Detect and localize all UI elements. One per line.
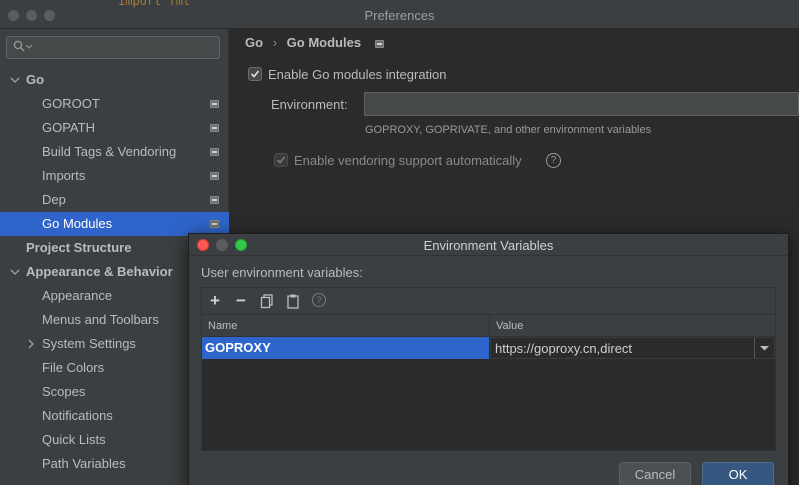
environment-field[interactable] [364, 92, 799, 116]
search-history-chevron-icon [26, 45, 32, 49]
project-level-icon [210, 124, 219, 132]
help-icon[interactable]: ? [546, 153, 561, 168]
env-vars-table: + − ? Name Value GOPROXY https://goproxy… [201, 287, 776, 451]
vendoring-support-checkbox[interactable] [274, 153, 288, 167]
dialog-title: Environment Variables [423, 238, 554, 253]
sidebar-item-label: Menus and Toolbars [42, 312, 159, 327]
checkmark-icon [250, 70, 260, 78]
help-icon[interactable]: ? [312, 293, 326, 307]
sidebar-item-build-tags[interactable]: Build Tags & Vendoring [0, 140, 229, 164]
breadcrumb-item: Go Modules [286, 35, 362, 50]
breadcrumb-item[interactable]: Go [245, 35, 263, 50]
settings-search-input[interactable] [6, 36, 220, 59]
sidebar-item-label: Path Variables [42, 456, 126, 471]
env-vars-toolbar: + − ? [202, 288, 775, 315]
enable-go-modules-checkbox[interactable] [248, 67, 262, 81]
add-icon[interactable]: + [207, 292, 223, 309]
sidebar-item-goroot[interactable]: GOROOT [0, 92, 229, 116]
sidebar-item-imports[interactable]: Imports [0, 164, 229, 188]
sidebar-item-label: Go [26, 72, 45, 87]
table-row-value-text: https://goproxy.cn,direct [495, 341, 633, 356]
breadcrumb: Go › Go Modules [245, 35, 390, 51]
background-code-snippet: import fmt [118, 0, 191, 8]
environment-label: Environment: [271, 97, 348, 112]
ok-button[interactable]: OK [702, 462, 774, 485]
project-level-icon [210, 148, 219, 156]
sidebar-item-label: Project Structure [26, 240, 132, 255]
cancel-button[interactable]: Cancel [619, 462, 691, 485]
sidebar-item-dep[interactable]: Dep [0, 188, 229, 212]
project-level-icon [374, 40, 384, 48]
sidebar-item-label: Dep [42, 192, 66, 207]
dialog-title-bar: Environment Variables [189, 234, 788, 256]
search-icon [13, 40, 25, 52]
chevron-down-icon [10, 77, 20, 83]
column-header-value[interactable]: Value [490, 315, 775, 337]
copy-icon[interactable] [259, 293, 275, 309]
remove-icon[interactable]: − [233, 292, 249, 309]
sidebar-item-label: GOPATH [42, 120, 95, 135]
paste-icon[interactable] [285, 293, 301, 309]
enable-go-modules-label: Enable Go modules integration [268, 67, 447, 82]
sidebar-item-go[interactable]: Go [0, 68, 229, 92]
table-row-name-cell[interactable]: GOPROXY [202, 337, 489, 359]
sidebar-item-label: Go Modules [42, 216, 113, 231]
project-level-icon [210, 196, 219, 204]
sidebar-item-label: GOROOT [42, 96, 100, 111]
project-level-icon [210, 172, 219, 180]
sidebar-item-label: Appearance [42, 288, 113, 303]
environment-hint: GOPROXY, GOPRIVATE, and other environmen… [365, 124, 652, 136]
sidebar-item-label: System Settings [42, 336, 136, 351]
environment-variables-dialog: Environment Variables User environment v… [188, 233, 789, 485]
sidebar-item-label: Notifications [42, 408, 113, 423]
column-header-name[interactable]: Name [202, 315, 490, 337]
checkmark-icon [276, 156, 286, 164]
breadcrumb-separator: › [272, 35, 278, 50]
project-level-icon [210, 220, 219, 228]
chevron-down-icon [10, 269, 20, 275]
sidebar-item-label: Build Tags & Vendoring [42, 144, 177, 159]
window-title-bar: import fmt Preferences [0, 0, 799, 29]
sidebar-item-label: Scopes [42, 384, 86, 399]
sidebar-item-gopath[interactable]: GOPATH [0, 116, 229, 140]
table-row-value-field[interactable]: https://goproxy.cn,direct [490, 337, 775, 359]
chevron-right-icon [28, 339, 34, 349]
sidebar-item-label: Quick Lists [42, 432, 106, 447]
window-title: Preferences [364, 8, 435, 23]
sidebar-item-label: Imports [42, 168, 86, 183]
sidebar-item-label: File Colors [42, 360, 105, 375]
vendoring-support-label: Enable vendoring support automatically [294, 153, 522, 168]
chevron-down-icon [760, 346, 769, 351]
user-env-vars-label: User environment variables: [201, 265, 363, 280]
project-level-icon [210, 100, 219, 108]
value-dropdown-button[interactable] [754, 338, 774, 358]
sidebar-item-label: Appearance & Behavior [26, 264, 173, 279]
